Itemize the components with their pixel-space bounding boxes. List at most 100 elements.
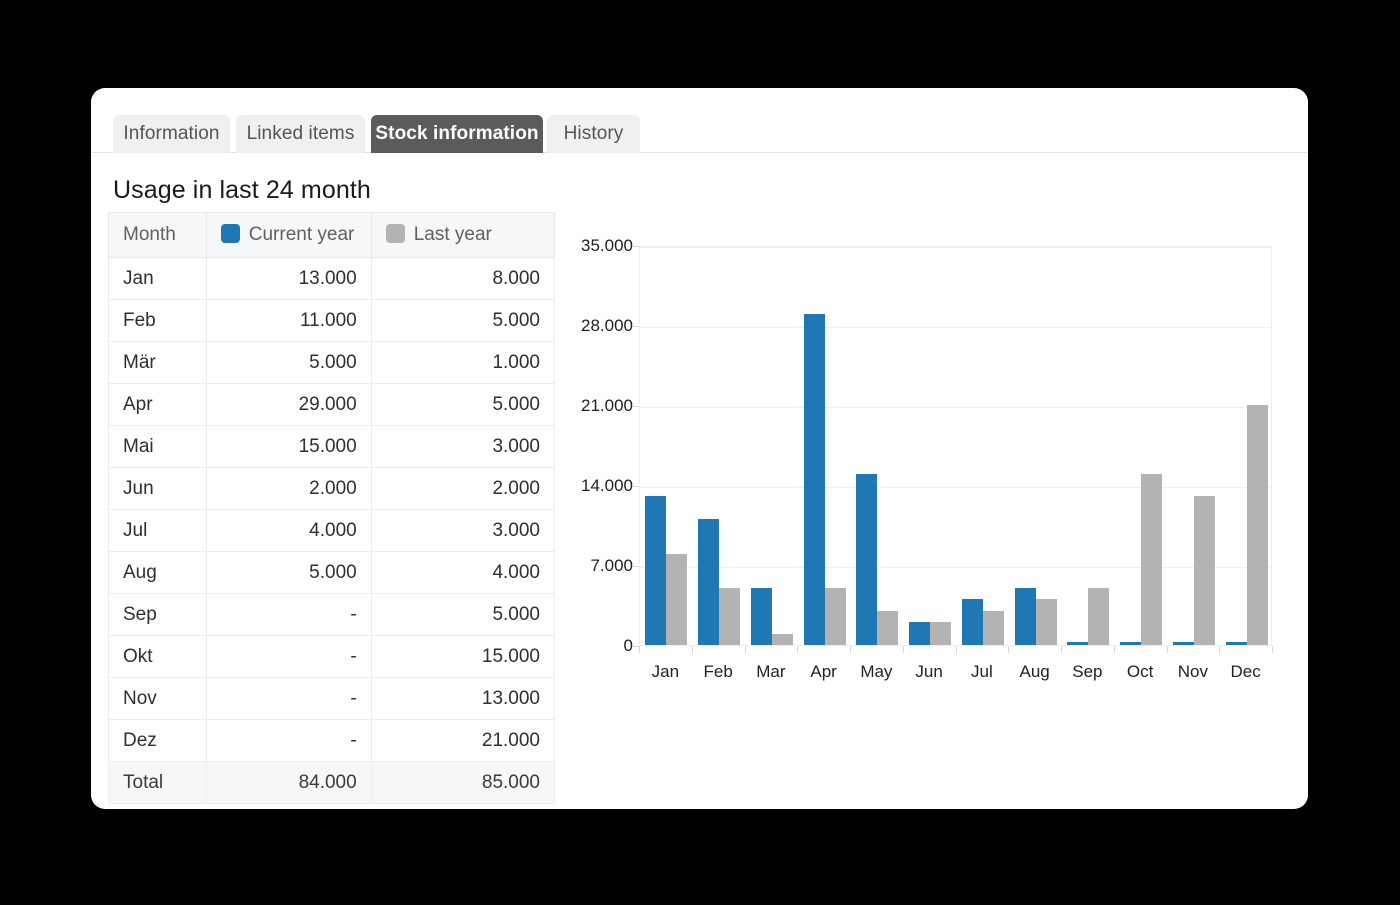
bar-last-year[interactable] bbox=[1036, 599, 1057, 645]
cell-month: Nov bbox=[108, 677, 207, 720]
chart-gridline bbox=[640, 567, 1271, 568]
bar-current-year[interactable] bbox=[1226, 642, 1247, 645]
y-axis-tick-mark bbox=[632, 646, 639, 647]
x-axis-tick-mark bbox=[797, 646, 798, 653]
x-axis-tick-label: Dec bbox=[1230, 662, 1261, 681]
x-axis-tick-mark bbox=[745, 646, 746, 653]
cell-current-year: - bbox=[205, 593, 372, 636]
usage-bar-chart: 0 7.000 14.000 21.000 28.000 35.000 Jan Feb Mar A… bbox=[574, 213, 1286, 743]
column-header-month: Month bbox=[108, 212, 207, 258]
cell-last-year: 5.000 bbox=[370, 383, 556, 426]
cell-month: Jun bbox=[108, 467, 207, 510]
bar-last-year[interactable] bbox=[877, 610, 898, 645]
bar-last-year[interactable] bbox=[666, 553, 687, 645]
cell-current-year: 13.000 bbox=[205, 257, 372, 300]
table-row[interactable]: Nov -13.000 bbox=[108, 677, 556, 720]
x-axis-tick-label: Oct bbox=[1126, 662, 1154, 681]
x-axis-tick-mark bbox=[1114, 646, 1115, 653]
y-axis-tick-label: 7.000 bbox=[590, 556, 633, 575]
bar-current-year[interactable] bbox=[1173, 642, 1194, 645]
bar-current-year[interactable] bbox=[1120, 642, 1141, 645]
cell-month: Feb bbox=[108, 299, 207, 342]
x-axis-tick-mark bbox=[692, 646, 693, 653]
bar-current-year[interactable] bbox=[804, 313, 825, 645]
bar-last-year[interactable] bbox=[930, 622, 951, 645]
table-row[interactable]: Aug 5.000 4.000 bbox=[108, 551, 556, 594]
bar-last-year[interactable] bbox=[825, 587, 846, 645]
bar-current-year[interactable] bbox=[1015, 587, 1036, 645]
table-row[interactable]: Jun 2.000 2.000 bbox=[108, 467, 556, 510]
table-row[interactable]: Jul 4.000 3.000 bbox=[108, 509, 556, 552]
x-axis-tick-mark bbox=[1272, 646, 1273, 653]
table-row[interactable]: Jan 13.000 8.000 bbox=[108, 257, 556, 300]
bar-last-year[interactable] bbox=[1194, 496, 1215, 645]
cell-last-year: 13.000 bbox=[370, 677, 556, 720]
table-total-row: Total 84.000 85.000 bbox=[108, 761, 556, 804]
cell-current-year: 15.000 bbox=[205, 425, 372, 468]
x-axis-tick-mark bbox=[903, 646, 904, 653]
bar-current-year[interactable] bbox=[751, 587, 772, 645]
tab-linked-items[interactable]: Linked items bbox=[236, 115, 365, 153]
cell-month: Apr bbox=[108, 383, 207, 426]
x-axis-tick-mark bbox=[1167, 646, 1168, 653]
bar-current-year[interactable] bbox=[645, 496, 666, 645]
cell-total-current-year: 84.000 bbox=[205, 761, 372, 804]
column-header-current-year: Current year bbox=[205, 212, 372, 258]
y-axis-tick-label: 28.000 bbox=[581, 316, 633, 335]
usage-table-body: Jan 13.000 8.000 Feb 11.000 5.000 Mär 5.000 1.00… bbox=[108, 257, 556, 804]
y-axis-tick-label: 21.000 bbox=[581, 396, 633, 415]
y-axis-tick-mark bbox=[632, 246, 639, 247]
table-header-row: Month Current year Last year bbox=[108, 212, 556, 258]
bar-last-year[interactable] bbox=[772, 633, 793, 645]
cell-last-year: 5.000 bbox=[370, 299, 556, 342]
table-row[interactable]: Dez -21.000 bbox=[108, 719, 556, 762]
chart-plot-area bbox=[639, 246, 1272, 646]
legend-swatch-last-year-icon bbox=[385, 224, 405, 243]
bar-last-year[interactable] bbox=[1247, 405, 1268, 645]
stock-information-panel: Usage in last 24 month Month Current yea… bbox=[91, 153, 1308, 809]
x-axis-tick-label: May bbox=[860, 662, 893, 681]
bar-last-year[interactable] bbox=[1088, 587, 1109, 645]
bar-last-year[interactable] bbox=[719, 587, 740, 645]
cell-current-year: - bbox=[205, 635, 372, 678]
bar-current-year[interactable] bbox=[1067, 642, 1088, 645]
x-axis-tick-label: Sep bbox=[1072, 662, 1103, 681]
usage-table-container: Month Current year Last year Jan 13.000 8.… bbox=[108, 212, 556, 804]
bar-current-year[interactable] bbox=[698, 519, 719, 645]
bar-current-year[interactable] bbox=[909, 622, 930, 645]
column-header-last-year: Last year bbox=[370, 212, 556, 258]
tab-information[interactable]: Information bbox=[113, 115, 230, 153]
x-axis-tick-label: Jan bbox=[651, 662, 680, 681]
cell-current-year: 4.000 bbox=[205, 509, 372, 552]
cell-current-year: - bbox=[205, 677, 372, 720]
cell-last-year: 3.000 bbox=[370, 509, 556, 552]
bar-last-year[interactable] bbox=[1141, 473, 1162, 645]
cell-month: Dez bbox=[108, 719, 207, 762]
cell-current-year: 2.000 bbox=[205, 467, 372, 510]
y-axis-tick-label: 35.000 bbox=[581, 236, 633, 255]
table-row[interactable]: Mär 5.000 1.000 bbox=[108, 341, 556, 384]
bar-current-year[interactable] bbox=[962, 599, 983, 645]
y-axis-tick-mark bbox=[632, 406, 639, 407]
cell-total-label: Total bbox=[108, 761, 207, 804]
legend-swatch-current-year-icon bbox=[220, 224, 240, 243]
chart-gridline bbox=[640, 247, 1271, 248]
cell-month: Sep bbox=[108, 593, 207, 636]
table-row[interactable]: Feb 11.000 5.000 bbox=[108, 299, 556, 342]
x-axis-tick-label: Feb bbox=[703, 662, 733, 681]
cell-total-last-year: 85.000 bbox=[370, 761, 556, 804]
table-row[interactable]: Okt -15.000 bbox=[108, 635, 556, 678]
cell-last-year: 15.000 bbox=[370, 635, 556, 678]
bar-current-year[interactable] bbox=[856, 473, 877, 645]
tab-stock-information[interactable]: Stock information bbox=[371, 115, 543, 153]
column-header-last-year-label: Last year bbox=[413, 224, 492, 245]
table-row[interactable]: Apr 29.000 5.000 bbox=[108, 383, 556, 426]
table-row[interactable]: Mai 15.000 3.000 bbox=[108, 425, 556, 468]
x-axis-tick-label: Jul bbox=[971, 662, 993, 681]
table-row[interactable]: Sep -5.000 bbox=[108, 593, 556, 636]
tab-history[interactable]: History bbox=[547, 115, 640, 153]
x-axis-tick-mark bbox=[850, 646, 851, 653]
cell-last-year: 5.000 bbox=[370, 593, 556, 636]
bar-last-year[interactable] bbox=[983, 610, 1004, 645]
cell-last-year: 21.000 bbox=[370, 719, 556, 762]
